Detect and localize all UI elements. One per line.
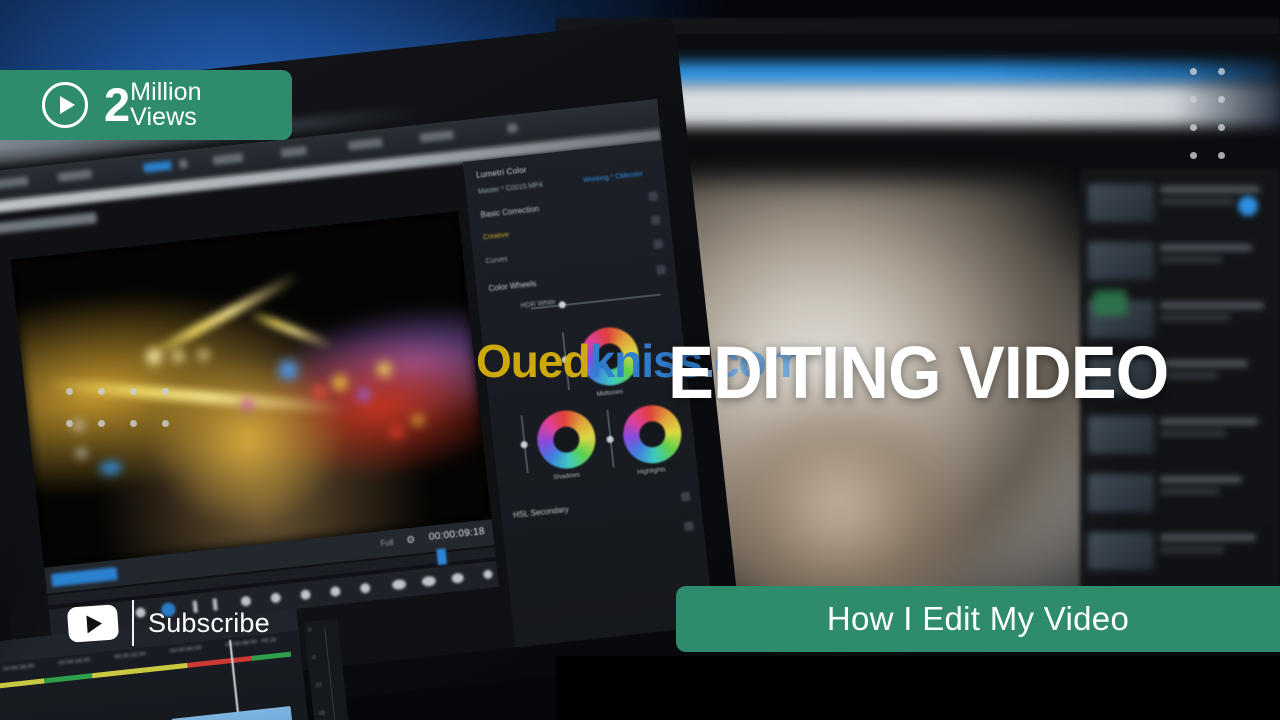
subscribe-divider — [132, 600, 134, 646]
lumetri-section-creative[interactable]: Creative — [483, 232, 510, 242]
lumetri-section-hsl-secondary[interactable]: HSL Secondary — [513, 505, 569, 520]
subscribe-label[interactable]: Subscribe — [148, 608, 270, 639]
program-monitor-duration-timecode: 00:00:09:18 — [428, 526, 486, 544]
play-triangle-icon — [59, 96, 75, 114]
lumetri-section-basic-correction[interactable]: Basic Correction — [480, 204, 539, 219]
views-word-label: Views — [130, 103, 197, 131]
editor-panel-tab — [0, 212, 98, 235]
lumetri-master-clip[interactable]: Master * C0015.MP4 — [478, 182, 543, 196]
wrench-icon[interactable]: ⚙ — [406, 535, 416, 547]
background-monitor-green-accent — [1093, 290, 1127, 316]
lumetri-section-curves[interactable]: Curves — [485, 256, 508, 265]
color-wheel-highlights-label: Highlights — [636, 466, 667, 477]
dot-grid-left — [66, 388, 194, 452]
cta-banner[interactable]: How I Edit My Video — [676, 586, 1280, 652]
background-monitor-avatar — [1238, 196, 1258, 216]
subscribe-overlay[interactable]: Subscribe — [66, 600, 270, 646]
youtube-play-icon[interactable] — [66, 603, 120, 643]
color-wheel-shadows[interactable] — [534, 407, 599, 472]
program-monitor-position-timecode[interactable] — [50, 566, 118, 588]
timeline-tick: 00:00:16:00 — [2, 663, 35, 673]
dot-grid-top-right — [1190, 68, 1246, 180]
timeline-tick: 00:00:32:00 — [113, 651, 147, 661]
play-circle-icon — [42, 82, 88, 128]
timeline-tick: 00:00:24:00 — [58, 657, 91, 667]
views-count-number: 2 — [104, 78, 130, 132]
timeline-clip[interactable] — [171, 705, 297, 720]
page-title: EDITING VIDEO — [668, 331, 1169, 414]
program-monitor-playhead[interactable] — [436, 548, 448, 566]
lumetri-section-color-wheels[interactable]: Color Wheels — [488, 279, 537, 293]
cta-label: How I Edit My Video — [826, 600, 1130, 637]
thumbnail-canvas: Full ⚙ 00:00:09:18 Lumetri Color Master … — [0, 0, 1280, 720]
timeline-tick: 00:00:40:00 — [169, 645, 202, 655]
youtube-play-triangle-icon — [86, 613, 103, 633]
lumetri-working-space[interactable]: Working * CMicolor — [583, 171, 643, 184]
views-unit-label: Million — [130, 77, 202, 106]
bottom-letterbox — [556, 656, 1280, 720]
program-monitor-fit-label[interactable]: Full — [380, 538, 394, 548]
color-wheel-shadows-label: Shadows — [553, 471, 581, 482]
color-wheel-midtones-label: Midtones — [596, 388, 624, 399]
views-badge-text: 2 Million Views — [104, 77, 202, 132]
watermark-part-oued: Oued — [476, 335, 591, 387]
views-badge: 2 Million Views — [0, 70, 292, 140]
lumetri-panel-title: Lumetri Color — [475, 165, 528, 180]
